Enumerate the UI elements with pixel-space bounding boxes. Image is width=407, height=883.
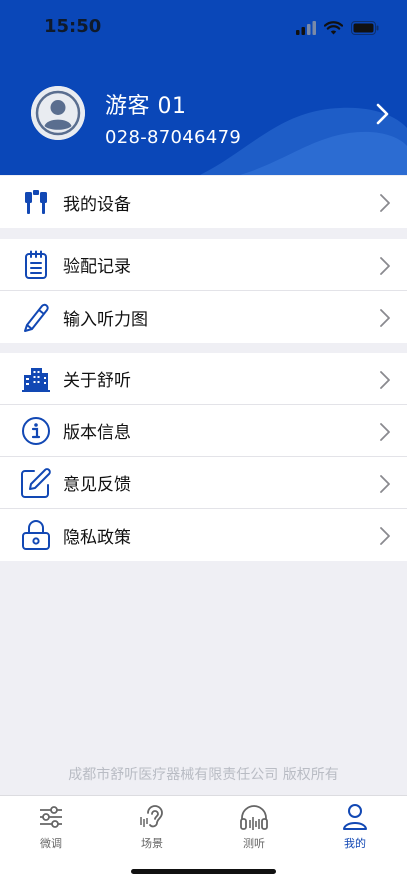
- menu-item-label: 隐私政策: [63, 527, 131, 548]
- menu-group-records: 验配记录 输入听力图: [0, 239, 407, 343]
- chevron-right-icon: [380, 194, 390, 212]
- tab-label: 微调: [40, 837, 62, 850]
- menu-item-label: 意见反馈: [63, 475, 131, 495]
- home-indicator: [131, 869, 276, 874]
- building-icon: [20, 364, 52, 394]
- menu-item-my-device[interactable]: 我的设备: [0, 176, 407, 228]
- status-time: 15:50: [44, 16, 102, 37]
- avatar[interactable]: [31, 86, 85, 140]
- headphones-device-icon: [20, 187, 52, 217]
- battery-icon: [351, 21, 379, 35]
- chevron-right-icon: [380, 257, 390, 275]
- lock-icon: [20, 520, 52, 550]
- edit-icon: [20, 468, 52, 498]
- headset-icon: [214, 802, 294, 832]
- menu-item-input-audiogram[interactable]: 输入听力图: [0, 291, 407, 343]
- tab-label: 我的: [344, 837, 366, 850]
- cellular-signal-icon: [296, 21, 316, 35]
- chevron-right-icon: [380, 527, 390, 545]
- tab-mine[interactable]: 我的: [315, 802, 395, 851]
- copyright-text: 成都市舒听医疗器械有限责任公司 版权所有: [68, 767, 339, 783]
- sliders-icon: [11, 802, 91, 832]
- pencil-icon: [20, 302, 52, 332]
- notepad-icon: [20, 250, 52, 280]
- chevron-right-icon: [380, 309, 390, 327]
- chevron-right-icon: [380, 423, 390, 441]
- menu-item-label: 关于舒听: [63, 371, 131, 391]
- menu-item-label: 我的设备: [63, 194, 131, 215]
- menu-group-device: 我的设备: [0, 176, 407, 228]
- profile-chevron-right-icon[interactable]: [376, 103, 390, 125]
- tab-label: 测听: [243, 837, 265, 850]
- person-icon: [315, 802, 395, 832]
- user-avatar-icon: [31, 86, 85, 140]
- info-icon: [20, 416, 52, 446]
- menu-group-about: 关于舒听 版本信息 意见反馈 隐私政策: [0, 353, 407, 561]
- tab-hearing-test[interactable]: 测听: [214, 802, 294, 851]
- menu-item-about[interactable]: 关于舒听: [0, 353, 407, 405]
- menu-item-label: 输入听力图: [63, 309, 148, 330]
- status-bar: 15:50: [0, 14, 407, 42]
- user-name: 游客 01: [105, 94, 187, 119]
- tab-scene[interactable]: 场景: [112, 802, 192, 851]
- menu-item-label: 验配记录: [63, 257, 131, 277]
- tab-fine-tune[interactable]: 微调: [11, 802, 91, 851]
- ear-icon: [112, 802, 192, 832]
- user-phone: 028-87046479: [105, 127, 242, 148]
- tab-label: 场景: [141, 837, 163, 850]
- menu-item-label: 版本信息: [63, 423, 131, 443]
- wifi-icon: [324, 21, 343, 35]
- profile-header: 15:50 游客 01 028-87046479: [0, 0, 407, 175]
- menu-item-privacy[interactable]: 隐私政策: [0, 509, 407, 561]
- chevron-right-icon: [380, 475, 390, 493]
- menu-item-version[interactable]: 版本信息: [0, 405, 407, 457]
- menu-item-feedback[interactable]: 意见反馈: [0, 457, 407, 509]
- chevron-right-icon: [380, 371, 390, 389]
- menu-item-fitting-records[interactable]: 验配记录: [0, 239, 407, 291]
